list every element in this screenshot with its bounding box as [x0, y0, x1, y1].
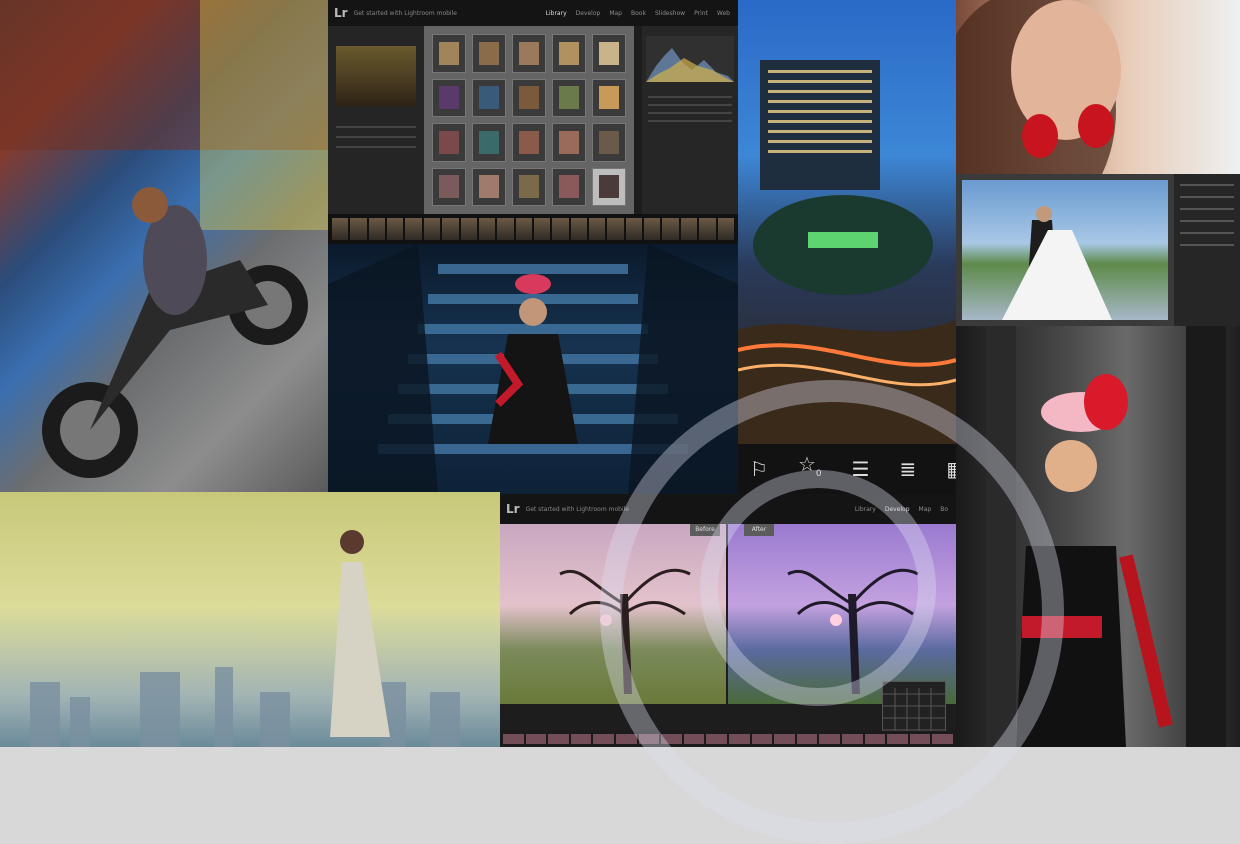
module-library[interactable]: Library — [855, 506, 876, 513]
star-icon[interactable]: ☆0 — [798, 454, 822, 484]
photo-city-night — [738, 0, 956, 444]
city-shape — [738, 60, 956, 444]
list-icon[interactable]: ≣ — [900, 459, 917, 479]
grid-icon[interactable]: ▦ — [946, 459, 956, 479]
grid-thumb[interactable] — [432, 123, 466, 162]
grid-thumb[interactable] — [592, 167, 626, 206]
wedding-photo — [962, 180, 1168, 320]
flag-icon[interactable]: ⚐ — [750, 459, 768, 479]
module-slideshow[interactable]: Slideshow — [655, 10, 685, 17]
staircase-shape — [328, 244, 738, 494]
lightroom-logo: Lr — [506, 502, 520, 516]
photo-wedding-editing — [956, 174, 1240, 326]
before-image: Before — [500, 524, 726, 704]
module-map[interactable]: Map — [609, 10, 622, 17]
module-picker: Library Develop Map Book Slideshow Print… — [546, 10, 730, 17]
module-develop[interactable]: Develop — [885, 506, 910, 513]
model-shape — [986, 326, 1226, 747]
motorcycle-shape — [0, 0, 328, 478]
grid-thumb[interactable] — [552, 34, 586, 73]
grid-thumb[interactable] — [592, 78, 626, 117]
module-book[interactable]: Book — [631, 10, 646, 17]
photo-staircase-model — [328, 244, 738, 494]
lightroom-subtitle: Get started with Lightroom mobile — [525, 505, 629, 513]
lightroom-library-screenshot: Lr Get started with Lightroom mobile Lib… — [328, 0, 738, 244]
grid-thumb[interactable] — [472, 167, 506, 206]
grid-thumb[interactable] — [432, 34, 466, 73]
grid-thumb[interactable] — [552, 167, 586, 206]
histogram-panel — [642, 26, 738, 214]
sliders-icon[interactable]: ☰ — [852, 459, 870, 479]
lightroom-subtitle: Get started with Lightroom mobile — [353, 9, 457, 17]
grid-thumb[interactable] — [592, 123, 626, 162]
grid-thumb[interactable] — [592, 34, 626, 73]
skyline-shape — [30, 530, 460, 747]
after-image: After — [728, 524, 956, 704]
grid-thumb[interactable] — [472, 78, 506, 117]
grid-thumb[interactable] — [432, 78, 466, 117]
filmstrip — [328, 214, 738, 244]
after-label: After — [744, 524, 774, 536]
grid-thumb[interactable] — [472, 34, 506, 73]
photo-fascinator-model — [956, 326, 1240, 747]
navigator-panel — [328, 26, 424, 214]
grid-thumb[interactable] — [552, 123, 586, 162]
module-picker-develop: Library Develop Map Bo — [855, 506, 948, 513]
module-book[interactable]: Bo — [940, 506, 948, 513]
grid-thumb[interactable] — [512, 167, 546, 206]
filmstrip-develop — [500, 731, 956, 747]
develop-sliders-panel — [1174, 174, 1240, 326]
module-web[interactable]: Web — [717, 10, 730, 17]
photo-skyline-dress — [0, 492, 500, 747]
histogram-chart — [646, 36, 734, 82]
lightroom-logo: Lr — [334, 6, 348, 20]
mobile-toolbar: ⚐ ☆0 ☰ ≣ ▦ — [738, 444, 956, 494]
grid-thumb[interactable] — [432, 167, 466, 206]
module-develop[interactable]: Develop — [576, 10, 601, 17]
strawberry-shape — [956, 0, 1121, 174]
lightroom-mobile-toolbar-panel: ⚐ ☆0 ☰ ≣ ▦ — [738, 444, 956, 494]
module-map[interactable]: Map — [919, 506, 932, 513]
star-count: 0 — [815, 469, 822, 479]
module-print[interactable]: Print — [694, 10, 708, 17]
grid-thumb[interactable] — [512, 123, 546, 162]
grid-thumb[interactable] — [552, 78, 586, 117]
before-label: Before — [690, 524, 720, 536]
photo-motorcycle-graffiti — [0, 0, 328, 492]
lightroom-topbar-develop: Lr Get started with Lightroom mobile Lib… — [500, 494, 956, 524]
grid-thumb[interactable] — [512, 34, 546, 73]
module-library[interactable]: Library — [546, 10, 567, 17]
lightroom-topbar: Lr Get started with Lightroom mobile Lib… — [328, 0, 738, 26]
grid-thumb[interactable] — [472, 123, 506, 162]
grid-thumb[interactable] — [512, 78, 546, 117]
lightroom-develop-screenshot: Lr Get started with Lightroom mobile Lib… — [500, 494, 956, 747]
photo-strawberry-portrait — [956, 0, 1240, 174]
photo-grid — [424, 26, 634, 214]
